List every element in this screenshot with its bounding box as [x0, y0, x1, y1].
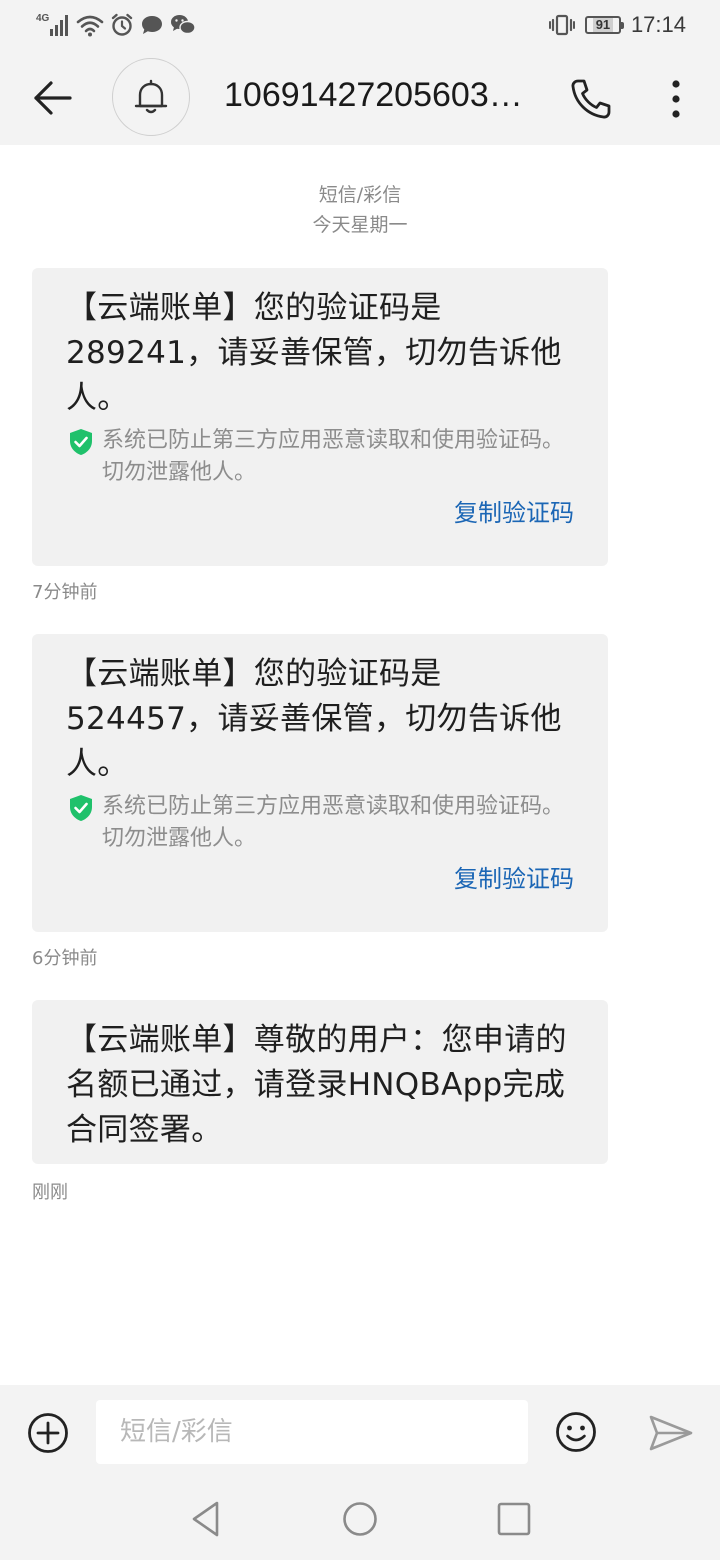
copy-code-button[interactable]: 复制验证码 — [454, 493, 574, 528]
message-type-label: 短信/彩信 — [318, 184, 402, 206]
message-text: 【云端账单】尊敬的用户：您申请的名额已通过，请登录HNQBApp完成合同签署。 — [66, 1022, 567, 1148]
phone-icon — [571, 79, 611, 119]
network-type-label: 4G — [36, 13, 50, 24]
message-bubble[interactable]: 【云端账单】尊敬的用户：您申请的名额已通过，请登录HNQBApp完成合同签署。 — [32, 1000, 608, 1164]
more-options-button[interactable] — [654, 74, 698, 124]
nav-recent-apps-icon[interactable] — [494, 1499, 534, 1539]
emoji-icon[interactable] — [554, 1410, 598, 1454]
security-notice-text: 系统已防止第三方应用恶意读取和使用验证码。切勿泄露他人。 — [102, 428, 565, 485]
shield-check-icon — [70, 795, 92, 821]
status-icons-right: 91 17:14 — [548, 10, 686, 40]
copy-code-button[interactable]: 复制验证码 — [454, 859, 574, 894]
alarm-icon — [111, 13, 133, 36]
message-input[interactable] — [96, 1400, 528, 1464]
composer-bar — [0, 1385, 720, 1479]
battery-level: 91 — [592, 18, 614, 32]
more-vertical-icon — [672, 80, 680, 118]
send-icon[interactable] — [648, 1413, 694, 1453]
battery-icon: 91 — [584, 16, 624, 34]
security-notice-text: 系统已防止第三方应用恶意读取和使用验证码。切勿泄露他人。 — [102, 794, 565, 851]
message-text: 【云端账单】您的验证码是524457，请妥善保管，切勿告诉他人。 — [66, 656, 562, 782]
signal-4g-icon: 4G — [36, 13, 68, 36]
message-notification-icon — [142, 16, 162, 34]
contact-avatar-button[interactable] — [112, 58, 190, 136]
status-icons-left: 4G — [36, 10, 196, 40]
system-navigation-bar — [0, 1479, 720, 1560]
call-button[interactable] — [566, 74, 616, 124]
contact-number-title: 10691427205603… — [224, 76, 523, 114]
nav-back-icon[interactable] — [186, 1499, 226, 1539]
security-notice: 系统已防止第三方应用恶意读取和使用验证码。切勿泄露他人。 — [66, 791, 574, 855]
arrow-left-icon — [34, 81, 72, 115]
add-attachment-icon[interactable] — [26, 1411, 70, 1455]
back-button[interactable] — [24, 72, 80, 124]
wifi-icon — [76, 15, 104, 37]
wechat-icon — [171, 15, 196, 35]
message-bubble[interactable]: 【云端账单】您的验证码是524457，请妥善保管，切勿告诉他人。 系统已防止第三… — [32, 634, 608, 932]
bell-icon — [134, 79, 168, 114]
vibrate-icon — [548, 14, 575, 36]
nav-home-icon[interactable] — [340, 1499, 380, 1539]
security-notice: 系统已防止第三方应用恶意读取和使用验证码。切勿泄露他人。 — [66, 425, 574, 489]
message-time: 7分钟前 — [32, 582, 98, 603]
message-time: 刚刚 — [32, 1182, 68, 1203]
shield-check-icon — [70, 429, 92, 455]
message-text: 【云端账单】您的验证码是289241，请妥善保管，切勿告诉他人。 — [66, 290, 562, 416]
message-time: 6分钟前 — [32, 948, 98, 969]
message-bubble[interactable]: 【云端账单】您的验证码是289241，请妥善保管，切勿告诉他人。 系统已防止第三… — [32, 268, 608, 566]
conversation-header: 10691427205603… — [0, 50, 720, 145]
date-label: 今天星期一 — [312, 214, 408, 236]
status-bar: 4G 91 17:14 — [0, 0, 720, 50]
status-time: 17:14 — [630, 12, 686, 37]
